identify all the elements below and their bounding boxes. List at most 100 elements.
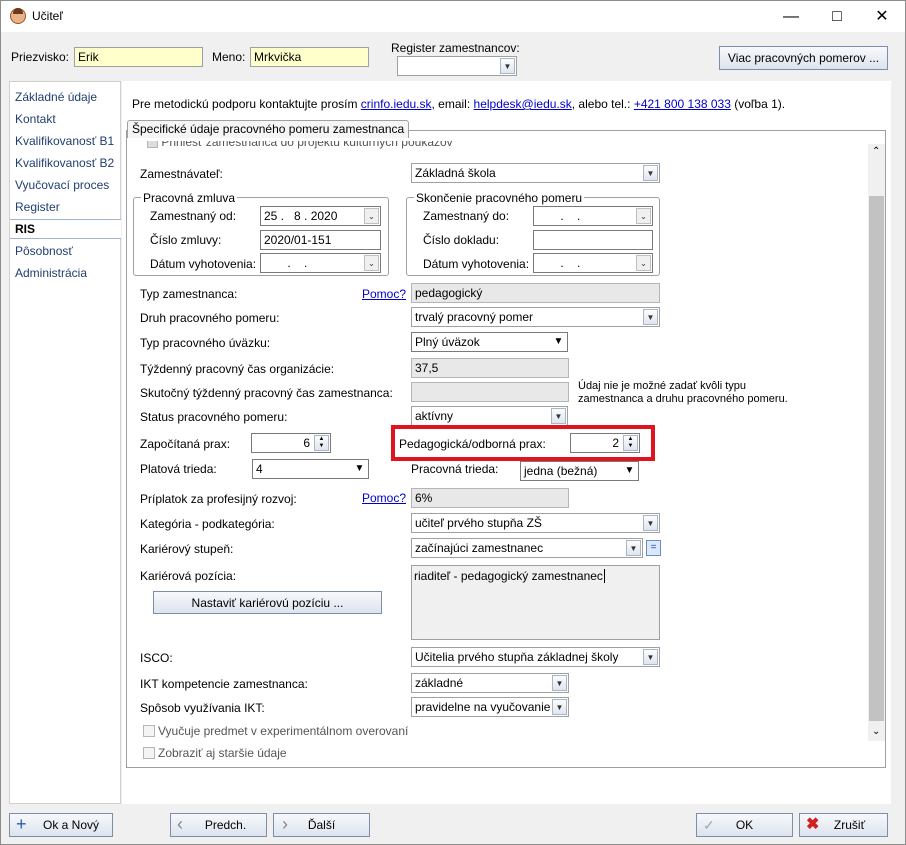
chevron-down-icon[interactable]: ▼ (622, 463, 637, 479)
phone-link[interactable]: +421 800 138 033 (634, 97, 731, 111)
ok-and-new-button[interactable]: + Ok a Nový (9, 813, 113, 837)
chevron-down-icon[interactable]: ▼ (552, 699, 567, 715)
chevron-down-icon[interactable]: ▼ (643, 515, 658, 531)
close-icon[interactable]: ✕ (859, 1, 905, 32)
career-level-dropdown[interactable]: začínajúci zamestnanec ▼ (411, 538, 643, 558)
sidebar-item-teaching-process[interactable]: Vyučovací proces (15, 178, 109, 192)
plus-icon: + (16, 814, 27, 834)
weekly-org-field: 37,5 (411, 358, 569, 378)
ok-label: OK (735, 818, 754, 832)
option-text: (voľba 1). (730, 97, 786, 111)
employed-from-date[interactable]: 25 . 8 . 2020 ⌄ (260, 206, 381, 226)
experimental-checkbox[interactable] (143, 725, 155, 737)
sidebar-item-basic[interactable]: Základné údaje (15, 90, 97, 104)
ict-usage-label: Spôsob využívania IKT: (140, 701, 265, 715)
chevron-down-icon[interactable]: ▼ (552, 675, 567, 691)
chevron-down-icon[interactable]: ▼ (352, 461, 367, 477)
sidebar-item-qualification-b1[interactable]: Kvalifikovanosť B1 (15, 134, 114, 148)
issue-date[interactable]: . . ⌄ (260, 253, 381, 273)
weekly-org-label: Týždenný pracovný čas organizácie: (140, 362, 335, 376)
older-data-checkbox[interactable] (143, 747, 155, 759)
employed-from-value: 25 . 8 . 2020 (264, 209, 338, 223)
work-class-dropdown[interactable]: jedna (bežná) ▼ (520, 461, 639, 481)
surname-label: Priezvisko: (11, 50, 70, 64)
contract-number-field[interactable]: 2020/01-151 (260, 230, 381, 250)
maximize-icon[interactable]: □ (814, 1, 860, 32)
more-relations-button[interactable]: Viac pracovných pomerov ... (719, 46, 888, 70)
previous-button[interactable]: ‹ Predch. (170, 813, 267, 837)
tab-specific-data[interactable]: Špecifické údaje pracovného pomeru zames… (127, 120, 410, 138)
chevron-down-icon[interactable]: ▼ (643, 309, 658, 325)
issue-date-value: . . (284, 256, 308, 270)
spinner-icon[interactable]: ▲ ▼ (314, 435, 329, 451)
surname-field[interactable]: Erik (74, 47, 203, 67)
document-number-field[interactable] (533, 230, 653, 250)
end-issue-date-value: . . (557, 256, 581, 270)
chevron-down-icon[interactable]: ▼ (500, 58, 515, 74)
scroll-thumb[interactable] (869, 196, 884, 721)
career-position-value: riaditeľ - pedagogický zamestnanec (414, 569, 603, 583)
weekly-note: Údaj nie je možné zadať kvôli typu zames… (578, 380, 788, 405)
workload-type-dropdown[interactable]: Plný úväzok ▼ (411, 332, 568, 352)
calendar-dropdown-icon[interactable]: ⌄ (636, 208, 651, 224)
crinfo-link[interactable]: crinfo.iedu.sk (361, 97, 432, 111)
sidebar-item-ris[interactable]: RIS (10, 219, 121, 239)
end-issue-date-label: Dátum vyhotovenia: (423, 257, 530, 271)
spinner-icon[interactable]: ▲ ▼ (623, 435, 638, 451)
calendar-dropdown-icon[interactable]: ⌄ (636, 255, 651, 271)
register-dropdown[interactable]: ▼ (397, 56, 517, 76)
sidebar-item-administration[interactable]: Administrácia (15, 266, 87, 280)
panel-scrollbar[interactable]: ⌃ ⌄ (868, 144, 885, 741)
employed-to-date[interactable]: . . ⌄ (533, 206, 653, 226)
prof-bonus-help-link[interactable]: Pomoc? (362, 491, 406, 505)
counted-practice-field[interactable]: 6 ▲ ▼ (251, 433, 331, 453)
scroll-down-icon[interactable]: ⌄ (872, 726, 880, 737)
employee-type-help-link[interactable]: Pomoc? (362, 287, 406, 301)
status-label: Status pracovného pomeru: (140, 410, 288, 424)
name-label: Meno: (212, 50, 246, 64)
chevron-down-icon[interactable]: ▼ (551, 408, 566, 424)
category-label: Kategória - podkategória: (140, 517, 275, 531)
chevron-down-icon[interactable]: ▼ (643, 649, 658, 665)
ok-and-new-label: Ok a Nový (42, 818, 99, 832)
sidebar-item-register[interactable]: Register (15, 200, 60, 214)
status-dropdown[interactable]: aktívny ▼ (411, 406, 568, 426)
set-career-position-button[interactable]: Nastaviť kariérovú pozíciu ... (153, 591, 382, 614)
calendar-dropdown-icon[interactable]: ⌄ (364, 255, 379, 271)
chevron-down-icon[interactable]: ▼ (643, 165, 658, 181)
ped-practice-field[interactable]: 2 ▲ ▼ (570, 433, 640, 453)
end-issue-date[interactable]: . . ⌄ (533, 253, 653, 273)
isco-value: Učitelia prvého stupňa základnej školy (415, 650, 619, 664)
chevron-down-icon[interactable]: ▼ (551, 334, 566, 350)
relation-kind-value: trvalý pracovný pomer (415, 310, 534, 324)
cancel-button[interactable]: ✖ Zrušiť (799, 813, 888, 837)
category-dropdown[interactable]: učiteľ prvého stupňa ZŠ ▼ (411, 513, 660, 533)
helpdesk-email-link[interactable]: helpdesk@iedu.sk (474, 97, 572, 111)
employed-to-label: Zamestnaný do: (423, 209, 510, 223)
previous-label: Predch. (204, 818, 247, 832)
sidebar-item-qualification-b2[interactable]: Kvalifikovanosť B2 (15, 156, 114, 170)
next-button[interactable]: › Ďalší (273, 813, 370, 837)
name-field[interactable]: Mrkvička (250, 47, 369, 67)
salary-class-dropdown[interactable]: 4 ▼ (252, 459, 369, 479)
sidebar-item-contact[interactable]: Kontakt (15, 112, 56, 126)
ped-practice-label: Pedagogická/odborná prax: (399, 437, 546, 451)
weekly-actual-field (411, 382, 569, 402)
isco-dropdown[interactable]: Učitelia prvého stupňa základnej školy ▼ (411, 647, 660, 667)
employer-dropdown[interactable]: Základná škola ▼ (411, 163, 660, 183)
calendar-dropdown-icon[interactable]: ⌄ (364, 208, 379, 224)
sidebar-item-scope[interactable]: Pôsobnosť (15, 244, 73, 258)
ict-comp-dropdown[interactable]: základné ▼ (411, 673, 569, 693)
workload-type-value: Plný úväzok (415, 335, 480, 349)
ict-usage-dropdown[interactable]: pravidelne na vyučovanie ▼ (411, 697, 569, 717)
ok-button[interactable]: ✓ OK (696, 813, 793, 837)
minimize-icon[interactable]: — (768, 1, 814, 32)
scroll-up-icon[interactable]: ⌃ (872, 146, 880, 157)
chevron-down-icon[interactable]: ▼ (626, 540, 641, 556)
career-level-equals-button[interactable]: = (646, 540, 661, 556)
relation-kind-dropdown[interactable]: trvalý pracovný pomer ▼ (411, 307, 660, 327)
career-position-box[interactable]: riaditeľ - pedagogický zamestnanec (411, 565, 660, 640)
prof-bonus-label: Príplatok za profesijný rozvoj: (140, 492, 297, 506)
dialog-window: Učiteľ — □ ✕ Priezvisko: Erik Meno: Mrkv… (0, 0, 906, 845)
category-value: učiteľ prvého stupňa ZŠ (415, 516, 542, 530)
